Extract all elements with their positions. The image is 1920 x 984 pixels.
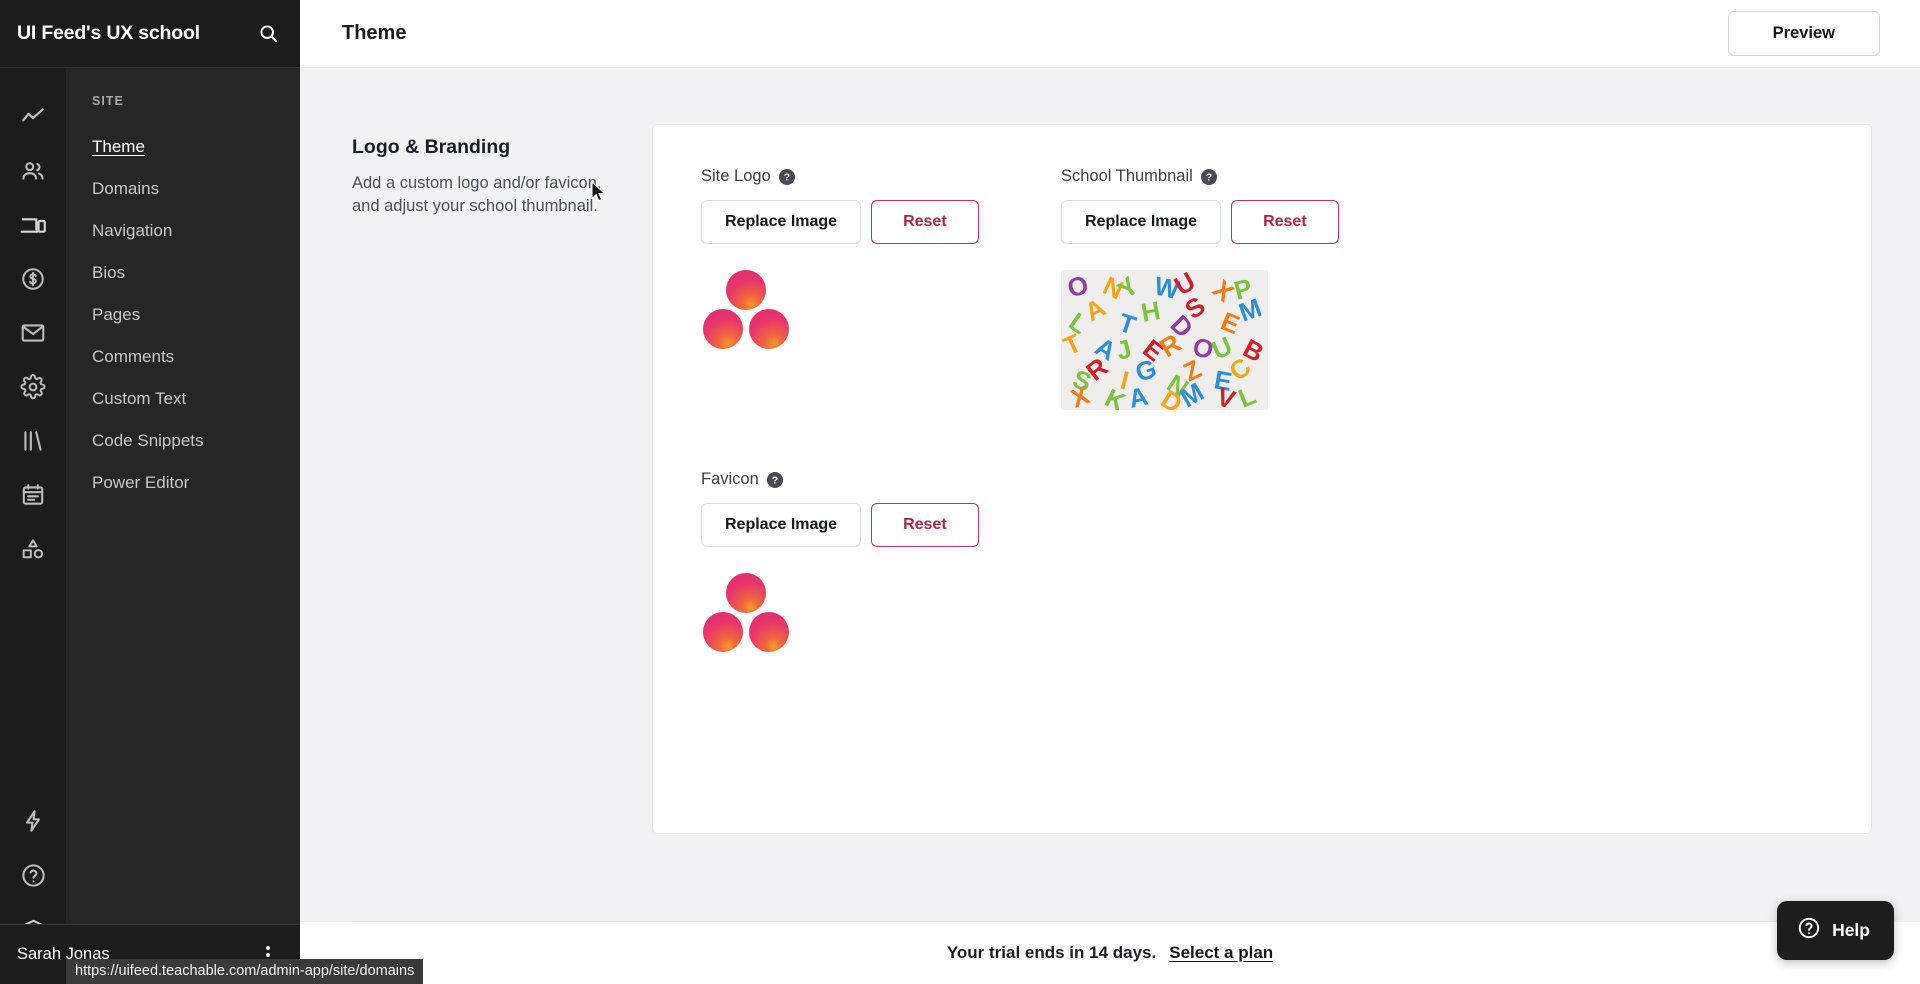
sidebar-item-bios[interactable]: Bios: [66, 252, 300, 294]
sidebar-item-pages[interactable]: Pages: [66, 294, 300, 336]
trial-bar: Your trial ends in 14 days. Select a pla…: [300, 922, 1920, 984]
top-bar: Theme Preview: [300, 0, 1920, 68]
shapes-icon[interactable]: [6, 522, 60, 576]
lightning-icon[interactable]: [6, 794, 60, 848]
section-description: Add a custom logo and/or favicon, and ad…: [352, 174, 602, 216]
favicon-label-row: Favicon ?: [701, 470, 1871, 489]
help-circle-icon[interactable]: ?: [766, 471, 783, 488]
site-logo-replace-image-button[interactable]: Replace Image: [701, 200, 862, 244]
help-circle-icon[interactable]: ?: [1200, 168, 1217, 185]
main-area: Theme Preview Logo & Branding Add a cust…: [300, 0, 1920, 984]
svg-text:?: ?: [784, 171, 790, 183]
help-widget-button[interactable]: Help: [1777, 901, 1894, 960]
subnav-section-label: SITE: [92, 94, 124, 108]
school-thumbnail-label: School Thumbnail: [1061, 167, 1193, 185]
users-icon[interactable]: [6, 144, 60, 198]
sidebar-item-navigation[interactable]: Navigation: [66, 210, 300, 252]
favicon-field: Favicon ? Replace Image Reset: [653, 470, 1871, 655]
site-logo-buttons: Replace Image Reset: [701, 200, 1061, 244]
sidebar-item-comments[interactable]: Comments: [66, 336, 300, 378]
svg-text:?: ?: [772, 474, 778, 486]
subnav-body: SITE Theme Domains Navigation Bios Pages…: [66, 68, 300, 504]
school-thumbnail-field: School Thumbnail ? Replace Image Reset O…: [1061, 167, 1421, 410]
trial-text: Your trial ends in 14 days.: [946, 943, 1157, 962]
site-logo-reset-button[interactable]: Reset: [871, 200, 979, 244]
preview-button[interactable]: Preview: [1727, 11, 1880, 56]
help-widget-label: Help: [1832, 920, 1870, 940]
sidebar-item-custom-text[interactable]: Custom Text: [66, 378, 300, 420]
select-a-plan-link[interactable]: Select a plan: [1169, 943, 1273, 963]
help-circle-icon[interactable]: [6, 848, 60, 902]
school-thumbnail-replace-image-button[interactable]: Replace Image: [1061, 200, 1222, 244]
devices-icon[interactable]: [6, 198, 60, 252]
brand-header: UI Feed's UX school: [0, 0, 300, 68]
icon-rail: [0, 0, 66, 984]
search-icon[interactable]: [256, 22, 280, 46]
sidebar-subnav: UI Feed's UX school SITE Theme Domains N…: [0, 0, 424, 984]
section-title: Logo & Branding: [352, 136, 511, 158]
analytics-icon[interactable]: [6, 90, 60, 144]
favicon-label: Favicon: [701, 470, 759, 488]
section-description-column: Logo & Branding Add a custom logo and/or…: [352, 124, 652, 834]
site-logo-label: Site Logo: [701, 167, 771, 185]
school-thumbnail-buttons: Replace Image Reset: [1061, 200, 1421, 244]
sidebar-item-code-snippets[interactable]: Code Snippets: [66, 420, 300, 462]
branding-card: Site Logo ? Replace Image Reset School T…: [652, 124, 1872, 834]
calendar-icon[interactable]: [6, 468, 60, 522]
sidebar-item-theme[interactable]: Theme: [66, 126, 300, 168]
library-books-icon[interactable]: [6, 414, 60, 468]
school-thumbnail-reset-button[interactable]: Reset: [1231, 200, 1339, 244]
app-root: UI Feed's UX school SITE Theme Domains N…: [0, 0, 1920, 984]
settings-gear-icon[interactable]: [6, 360, 60, 414]
site-logo-field: Site Logo ? Replace Image Reset: [701, 167, 1061, 410]
sidebar-item-power-editor[interactable]: Power Editor: [66, 462, 300, 504]
school-thumbnail-preview-image: O N Y W U X P L A T H D S E M T A J E R …: [1061, 270, 1268, 410]
favicon-replace-image-button[interactable]: Replace Image: [701, 503, 862, 547]
school-thumbnail-label-row: School Thumbnail ?: [1061, 167, 1421, 186]
favicon-reset-button[interactable]: Reset: [871, 503, 979, 547]
sidebar-item-domains[interactable]: Domains: [66, 168, 300, 210]
settings-row: Logo & Branding Add a custom logo and/or…: [300, 124, 1920, 834]
status-bar-url: https://uifeed.teachable.com/admin-app/s…: [66, 959, 424, 984]
help-circle-icon[interactable]: ?: [778, 168, 795, 185]
question-circle-icon: [1797, 916, 1821, 945]
brand-title: UI Feed's UX school: [17, 22, 200, 44]
rail-icons-top: [6, 68, 60, 576]
svg-text:?: ?: [1206, 171, 1212, 183]
content-area: Logo & Branding Add a custom logo and/or…: [300, 68, 1920, 984]
email-icon[interactable]: [6, 306, 60, 360]
page-title: Theme: [342, 22, 407, 44]
site-logo-preview-image: [701, 270, 791, 352]
favicon-buttons: Replace Image Reset: [701, 503, 1871, 547]
image-fields-grid: Site Logo ? Replace Image Reset School T…: [653, 167, 1871, 410]
favicon-preview-image: [701, 573, 791, 655]
site-logo-label-row: Site Logo ?: [701, 167, 1061, 186]
sales-dollar-icon[interactable]: [6, 252, 60, 306]
